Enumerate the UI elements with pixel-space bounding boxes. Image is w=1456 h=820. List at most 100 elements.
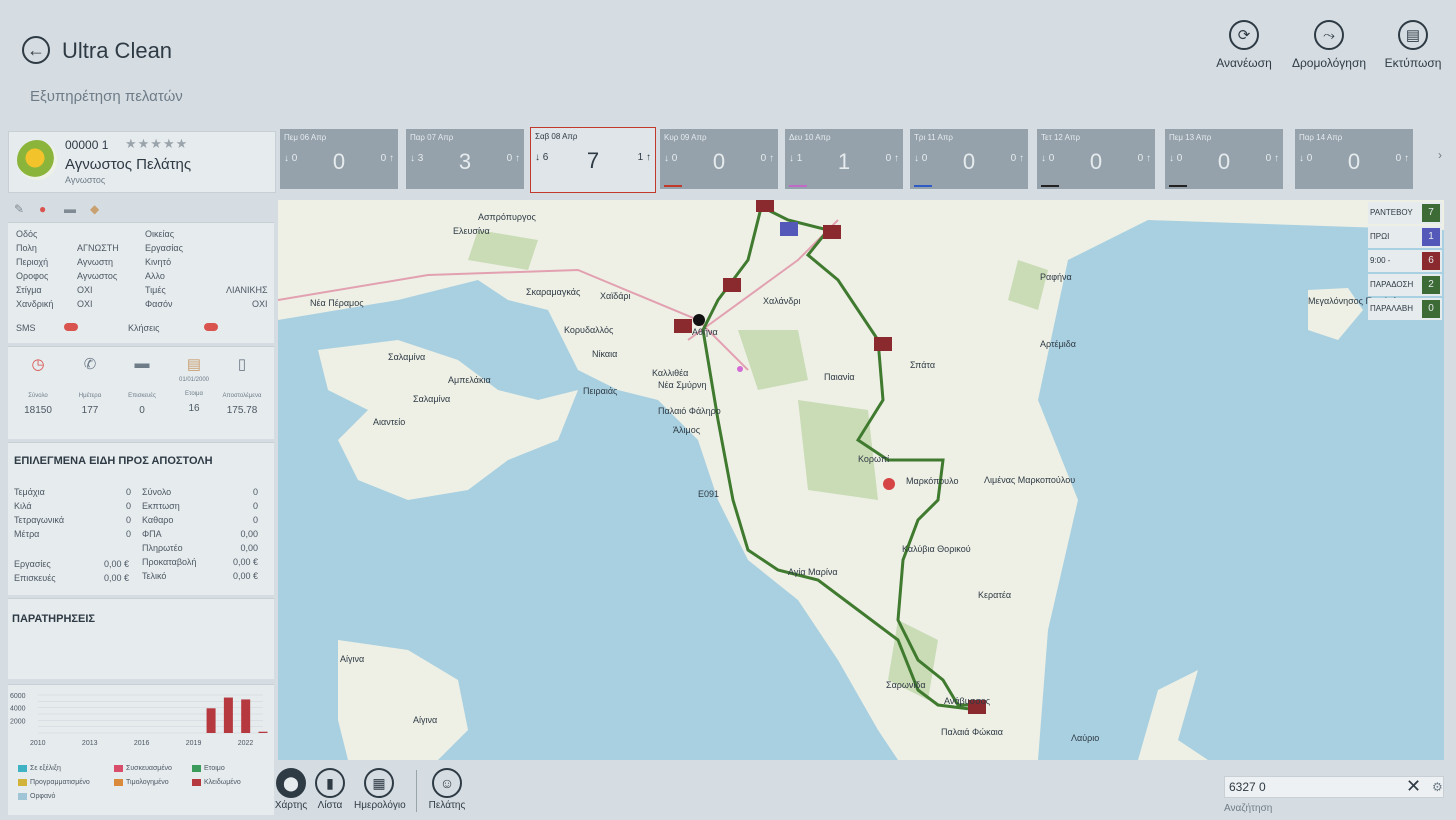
customer-tab[interactable]: ☺ Πελάτης — [422, 768, 472, 811]
legend-item[interactable]: ΠΑΡΑΔΟΣΗ 2 — [1368, 274, 1442, 296]
legend-swatch — [192, 779, 201, 786]
arrow-up-icon: ↑ — [1146, 153, 1151, 164]
map-label: Χαϊδάρι — [600, 291, 631, 301]
day-tile[interactable]: Πεμ 06 Απρ ↓ 000 ↑ — [280, 129, 398, 189]
stat-sent[interactable]: ▯ Αποστολέμενα 175.78 — [216, 355, 268, 416]
customer-type: Αγνωστος — [65, 175, 106, 185]
day-date: Παρ 07 Απρ — [410, 133, 454, 142]
refresh-button[interactable]: ⟳ Ανανέωση — [1199, 20, 1289, 70]
chat-icon: ▬ — [134, 355, 150, 372]
ledger-icon: ▤ — [186, 356, 202, 373]
work-label: Εργασίας — [145, 243, 183, 253]
legend-item[interactable]: ΠΑΡΑΛΑΒΗ 0 — [1368, 298, 1442, 320]
legend-count: 0 — [1422, 300, 1440, 318]
list-tab[interactable]: ▮ Λίστα — [305, 768, 355, 811]
day-up-count: 0 ↑ — [1265, 153, 1279, 164]
arrow-up-icon: ↑ — [1404, 153, 1409, 164]
gps-value: ΟΧΙ — [77, 285, 93, 295]
arrow-up-icon: ↑ — [515, 153, 520, 164]
history-chart: 6000 4000 2000 2010 2013 2016 2019 2022 Σε εξέλ… — [8, 684, 274, 815]
day-tile[interactable]: Τετ 12 Απρ ↓ 000 ↑ — [1037, 129, 1155, 189]
total-label: Τελικό — [142, 571, 167, 581]
day-tile[interactable]: Παρ 07 Απρ ↓ 330 ↑ — [406, 129, 524, 189]
notes-title: ΠΑΡΑΤΗΡΗΣΕΙΣ — [12, 613, 95, 625]
day-up-count: 0 ↑ — [1395, 153, 1409, 164]
stop-marker — [780, 222, 798, 236]
legend-item[interactable]: ΡΑΝΤΕΒΟΥ 7 — [1368, 202, 1442, 224]
prices-value: ΛΙΑΝΙΚΗΣ — [226, 285, 268, 295]
map-label: Άλιμος — [673, 425, 701, 435]
message-icon[interactable]: ▬ — [64, 202, 76, 216]
legend-swatch — [18, 765, 27, 772]
stat-ready[interactable]: ▤ 01/01/2000 Ετοιμα 16 — [168, 355, 220, 414]
edit-icon[interactable]: ✎ — [14, 202, 24, 216]
stat-repairs[interactable]: ▬ Επισκευές 0 — [116, 355, 168, 416]
x-tick-label: 2019 — [186, 740, 202, 747]
routing-button[interactable]: ⤳ Δρομολόγηση — [1284, 20, 1374, 70]
document-icon: ▯ — [237, 356, 247, 373]
legend-label: 9:00 - — [1370, 256, 1391, 265]
map-label: Χαλάνδρι — [763, 296, 800, 306]
chart-bar — [206, 708, 216, 733]
extra-label: Εργασίες — [14, 559, 51, 569]
day-tile[interactable]: Δευ 10 Απρ ↓ 110 ↑ — [785, 129, 903, 189]
total-value: 0,00 € — [232, 557, 258, 567]
map-label: Καλλιθέα — [652, 368, 688, 378]
map-label: Ανάβυσσος — [944, 696, 991, 706]
page-subtitle: Εξυπηρέτηση πελατών — [30, 88, 183, 105]
item-value: 0 — [126, 529, 132, 539]
extra-value: 0,00 € — [104, 573, 130, 583]
other-label: Αλλο — [145, 271, 165, 281]
stat-total[interactable]: ◷ Σύνολο 18150 — [12, 355, 64, 416]
back-button[interactable]: ← — [22, 36, 50, 64]
day-date: Πεμ 06 Απρ — [284, 133, 327, 142]
map-label: Σκαραμαγκάς — [526, 287, 581, 297]
fason-label: Φασόν — [145, 299, 173, 309]
legend-count: 1 — [1422, 228, 1440, 246]
day-tile[interactable]: Παρ 14 Απρ ↓ 000 ↑ — [1295, 129, 1413, 189]
clear-icon[interactable]: ✕ — [1406, 776, 1421, 797]
y-tick-label: 2000 — [10, 718, 26, 725]
day-tile[interactable]: Κυρ 09 Απρ ↓ 000 ↑ — [660, 129, 778, 189]
map-label: Σπάτα — [910, 360, 935, 370]
app-title: Ultra Clean — [62, 38, 173, 63]
stat-days[interactable]: ✆ Ημέτερα 177 — [64, 355, 116, 416]
customer-info-panel: Οδός Οικείας Πολη ΑΓΝΩΣΤΗ Εργασίας Περιο… — [8, 222, 274, 343]
total-label: Εκπτωση — [142, 501, 180, 511]
notes-panel[interactable]: ΠΑΡΑΤΗΡΗΣΕΙΣ — [8, 598, 274, 679]
routing-icon: ⤳ — [1314, 20, 1344, 50]
mobile-label: Κινητό — [145, 257, 172, 267]
sms-toggle[interactable] — [64, 323, 78, 331]
map-label: Αρτέμιδα — [1040, 339, 1076, 349]
map-label: Πειραιάς — [583, 386, 618, 396]
lavrio-coast — [1138, 670, 1208, 760]
calls-toggle[interactable] — [204, 323, 218, 331]
y-tick-label: 6000 — [10, 693, 26, 700]
arrow-up-icon: ↑ — [894, 153, 899, 164]
chevron-right-icon[interactable]: › — [1438, 148, 1442, 162]
day-tile[interactable]: Πεμ 13 Απρ ↓ 000 ↑ — [1165, 129, 1283, 189]
customer-card[interactable]: 00000 1 ★★★★★ Αγνωστος Πελάτης Αγνωστος — [8, 131, 276, 193]
print-button[interactable]: ▤ Εκτύπωση — [1368, 20, 1456, 70]
total-value: 0 — [252, 487, 258, 497]
legend-item[interactable]: ΠΡΩΙ 1 — [1368, 226, 1442, 248]
day-tile[interactable]: Τρι 11 Απρ ↓ 000 ↑ — [910, 129, 1028, 189]
location-icon[interactable]: ● — [39, 202, 46, 216]
stop-marker — [756, 200, 774, 212]
rating-stars[interactable]: ★★★★★ — [125, 136, 188, 152]
legend-item[interactable]: 9:00 - 6 — [1368, 250, 1442, 272]
legend-label: ΠΑΡΑΔΟΣΗ — [1370, 280, 1414, 289]
day-tile[interactable]: Σαβ 08 Απρ ↓ 671 ↑ — [530, 127, 656, 193]
forest-area — [798, 400, 878, 500]
route-map[interactable]: Ασπρόπυργος Ελευσίνα Νέα Πέραμος Σκαραμαγκά… — [278, 200, 1444, 760]
calendar-tab[interactable]: ▦ Ημερολόγιο — [354, 768, 406, 811]
chart-legend-item: Τιμολογημένο — [114, 779, 169, 786]
item-value: 0 — [126, 487, 132, 497]
area-value: Αγνωστη — [77, 257, 113, 267]
day-date: Κυρ 09 Απρ — [664, 133, 707, 142]
city-value: ΑΓΝΩΣΤΗ — [77, 243, 119, 253]
total-label: Προκαταβολή — [142, 557, 197, 567]
tag-icon[interactable]: ◆ — [90, 202, 99, 216]
day-up-count: 0 ↑ — [380, 153, 394, 164]
settings-icon[interactable]: ⚙ — [1432, 780, 1443, 794]
